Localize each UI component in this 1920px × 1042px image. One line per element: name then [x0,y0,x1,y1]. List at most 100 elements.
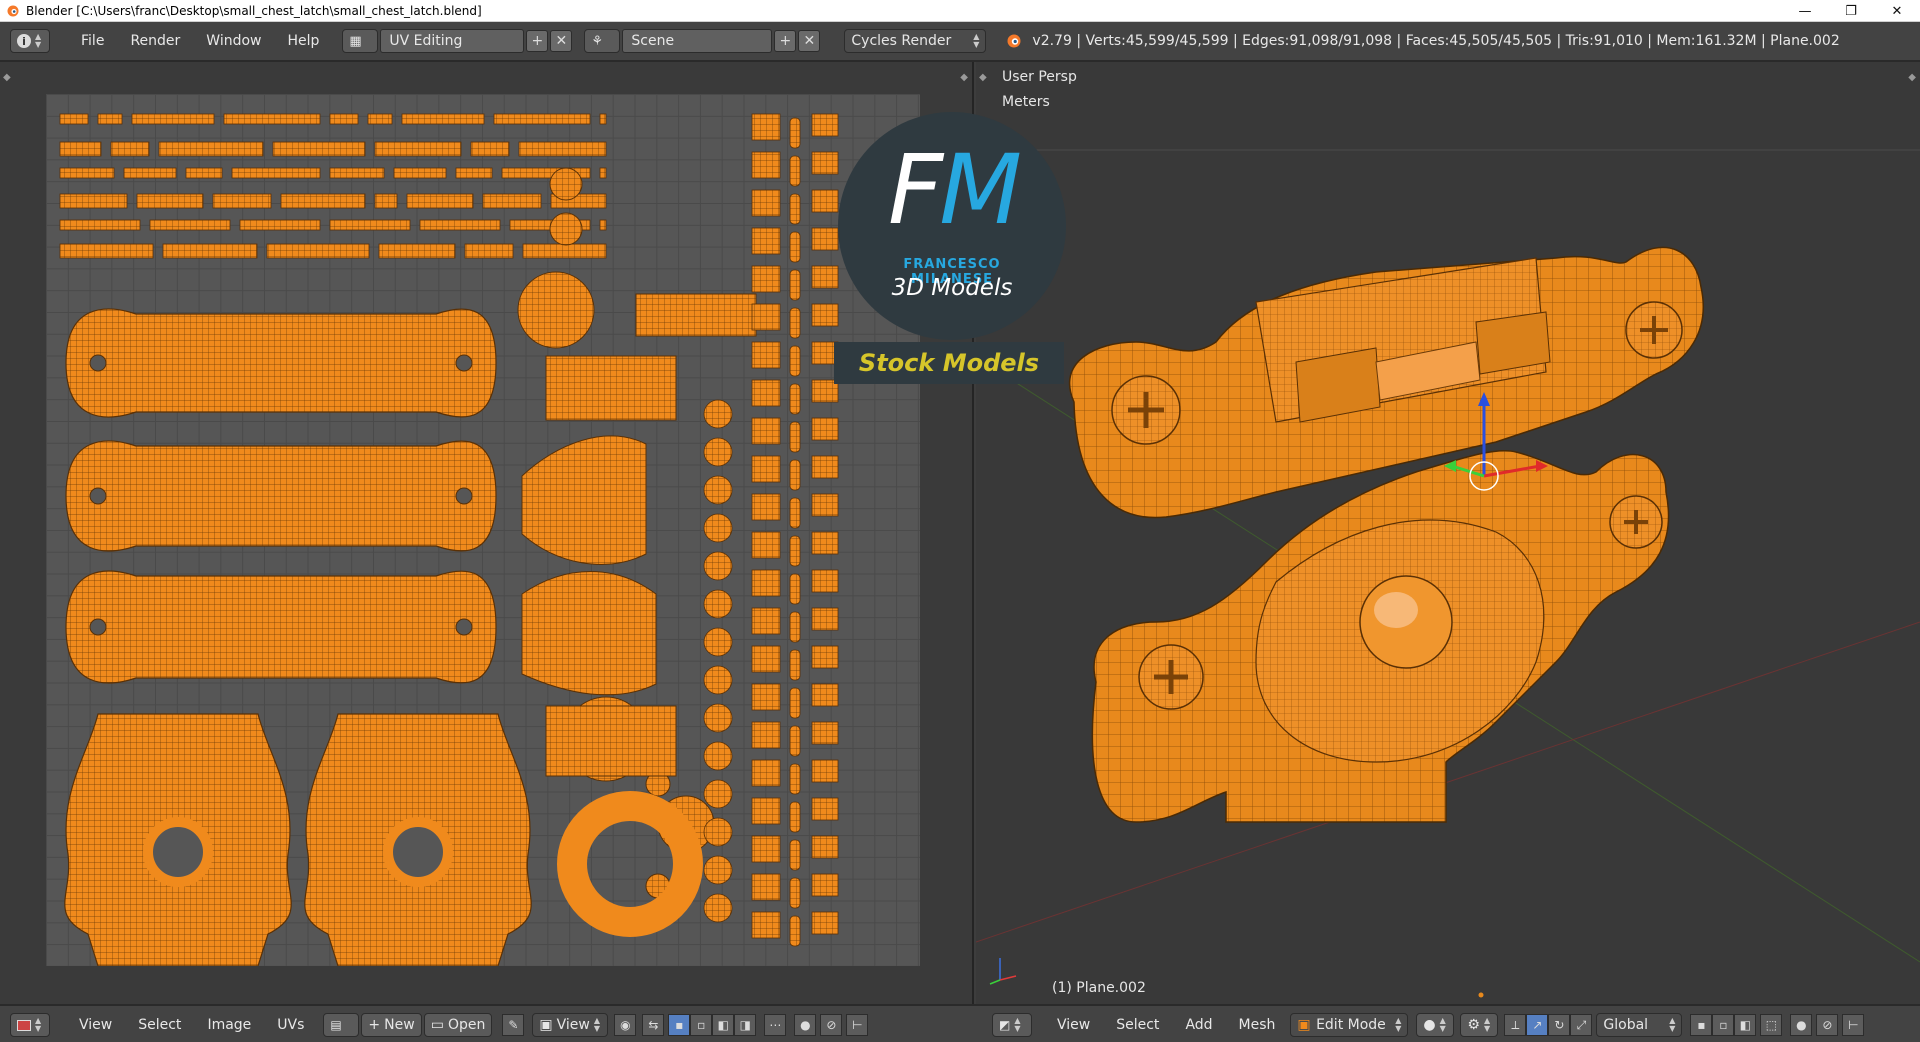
uv-island[interactable] [65,308,497,418]
delete-scene-icon[interactable]: ✕ [798,30,821,52]
uv-island[interactable] [811,569,839,593]
uv-island[interactable] [482,193,542,209]
properties-toggle-icon[interactable]: ◆ [1908,72,1916,83]
uv-island[interactable] [811,683,839,707]
uv-island[interactable] [464,243,514,259]
uv-island[interactable] [789,193,801,225]
3d-editor-type-button[interactable]: ◩ ▲ ▼ [992,1013,1032,1037]
uv-island[interactable] [811,607,839,631]
uv-islands[interactable] [46,94,920,966]
uv-island[interactable] [367,113,393,125]
uv-island[interactable] [789,345,801,377]
pivot-icon[interactable]: ◉ [614,1014,637,1036]
uv-island[interactable] [162,243,258,259]
uv-island[interactable] [329,113,359,125]
uv-island[interactable] [374,141,462,157]
uv-island[interactable] [123,167,177,179]
uv-island[interactable] [811,531,839,555]
uv-island[interactable] [703,665,733,695]
uv-menu-view[interactable]: View [66,1013,125,1037]
uv-island[interactable] [406,193,474,209]
uv-island[interactable] [149,219,231,231]
transform-orientation-select[interactable]: Global ▲ ▼ [1596,1013,1683,1037]
uv-island[interactable] [59,243,154,259]
uv-island[interactable] [59,141,102,157]
uv-island[interactable] [703,893,733,923]
uv-menu-select[interactable]: Select [125,1013,194,1037]
uv-island[interactable] [751,873,781,901]
uv-island[interactable] [811,417,839,441]
viewport-scene[interactable] [976,62,1920,1004]
uv-island[interactable] [493,113,591,125]
uv-island[interactable] [131,113,215,125]
uv-island[interactable] [751,835,781,863]
close-button[interactable]: ✕ [1874,0,1920,22]
uv-island[interactable] [789,611,801,643]
uv-island[interactable] [89,618,107,636]
restore-button[interactable]: ❐ [1828,0,1874,22]
uv-island[interactable] [703,437,733,467]
uv-island[interactable] [383,817,453,887]
uv-island[interactable] [811,721,839,745]
island-select-icon[interactable]: ◨ [734,1014,757,1036]
screen-layout-field[interactable]: UV Editing [380,29,525,53]
proportional-edit-icon[interactable]: ● [1790,1014,1813,1036]
interaction-mode-select[interactable]: ▣ Edit Mode ▲ ▼ [1290,1013,1409,1037]
uv-island[interactable] [789,763,801,795]
edge-select-icon[interactable]: ▫ [690,1014,713,1036]
uv-island[interactable] [455,487,473,505]
uv-island[interactable] [789,801,801,833]
rotate-manipulator-icon[interactable]: ↻ [1548,1014,1571,1036]
uv-island[interactable] [455,618,473,636]
uv-island[interactable] [789,231,801,263]
uv-island[interactable] [789,421,801,453]
edge-select-icon[interactable]: ▫ [1712,1014,1735,1036]
uv-island[interactable] [789,155,801,187]
uv-editor-type-button[interactable]: ▲ ▼ [10,1013,50,1037]
open-image-button[interactable]: ▭ Open [423,1013,493,1037]
pivot-point-select[interactable]: ⚙ ▲ ▼ [1460,1013,1499,1037]
uv-island[interactable] [751,721,781,749]
uv-island[interactable] [811,455,839,479]
uv-island[interactable] [789,383,801,415]
uv-island[interactable] [703,855,733,885]
uv-island[interactable] [751,607,781,635]
uv-island[interactable] [401,113,485,125]
uv-island[interactable] [789,687,801,719]
uv-island[interactable] [703,399,733,429]
toolshelf-toggle-icon[interactable]: ◆ [3,72,11,83]
uv-island[interactable] [751,493,781,521]
uv-island[interactable] [374,193,398,209]
uv-view-mode-select[interactable]: ▣ View ▲ ▼ [532,1013,609,1037]
uv-island[interactable] [599,167,607,179]
uv-island[interactable] [545,705,677,777]
uv-island[interactable] [223,113,321,125]
uv-island[interactable] [185,167,223,179]
sync-selection-icon[interactable]: ⇆ [642,1014,665,1036]
uv-island[interactable] [470,141,510,157]
uv-island[interactable] [751,569,781,597]
properties-toggle-icon[interactable]: ◆ [960,72,968,83]
uv-island[interactable] [522,243,607,259]
uv-island[interactable] [136,193,204,209]
manipulator-toggle-icon[interactable]: ⟂ [1504,1014,1527,1036]
uv-island[interactable] [811,797,839,821]
limit-selection-icon[interactable]: ⬚ [1760,1014,1783,1036]
3d-viewport[interactable]: ◆ ◆ User Persp Meters (1) Plane.002 [976,62,1920,1004]
uv-island[interactable] [557,791,703,937]
vertex-select-icon[interactable]: ▪ [668,1014,691,1036]
uv-island[interactable] [521,435,647,565]
uv-island[interactable] [703,627,733,657]
image-browse-button[interactable]: ▤ [323,1013,360,1037]
uv-island[interactable] [143,817,213,887]
uv-island[interactable] [329,219,411,231]
uv-island[interactable] [811,835,839,859]
uv-island[interactable] [393,167,447,179]
uv-island[interactable] [545,355,677,421]
uv-island[interactable] [789,497,801,529]
uv-island[interactable] [751,151,781,179]
uv-island[interactable] [751,379,781,407]
uv-island[interactable] [59,113,89,125]
uv-island[interactable] [751,227,781,255]
uv-island[interactable] [455,354,473,372]
